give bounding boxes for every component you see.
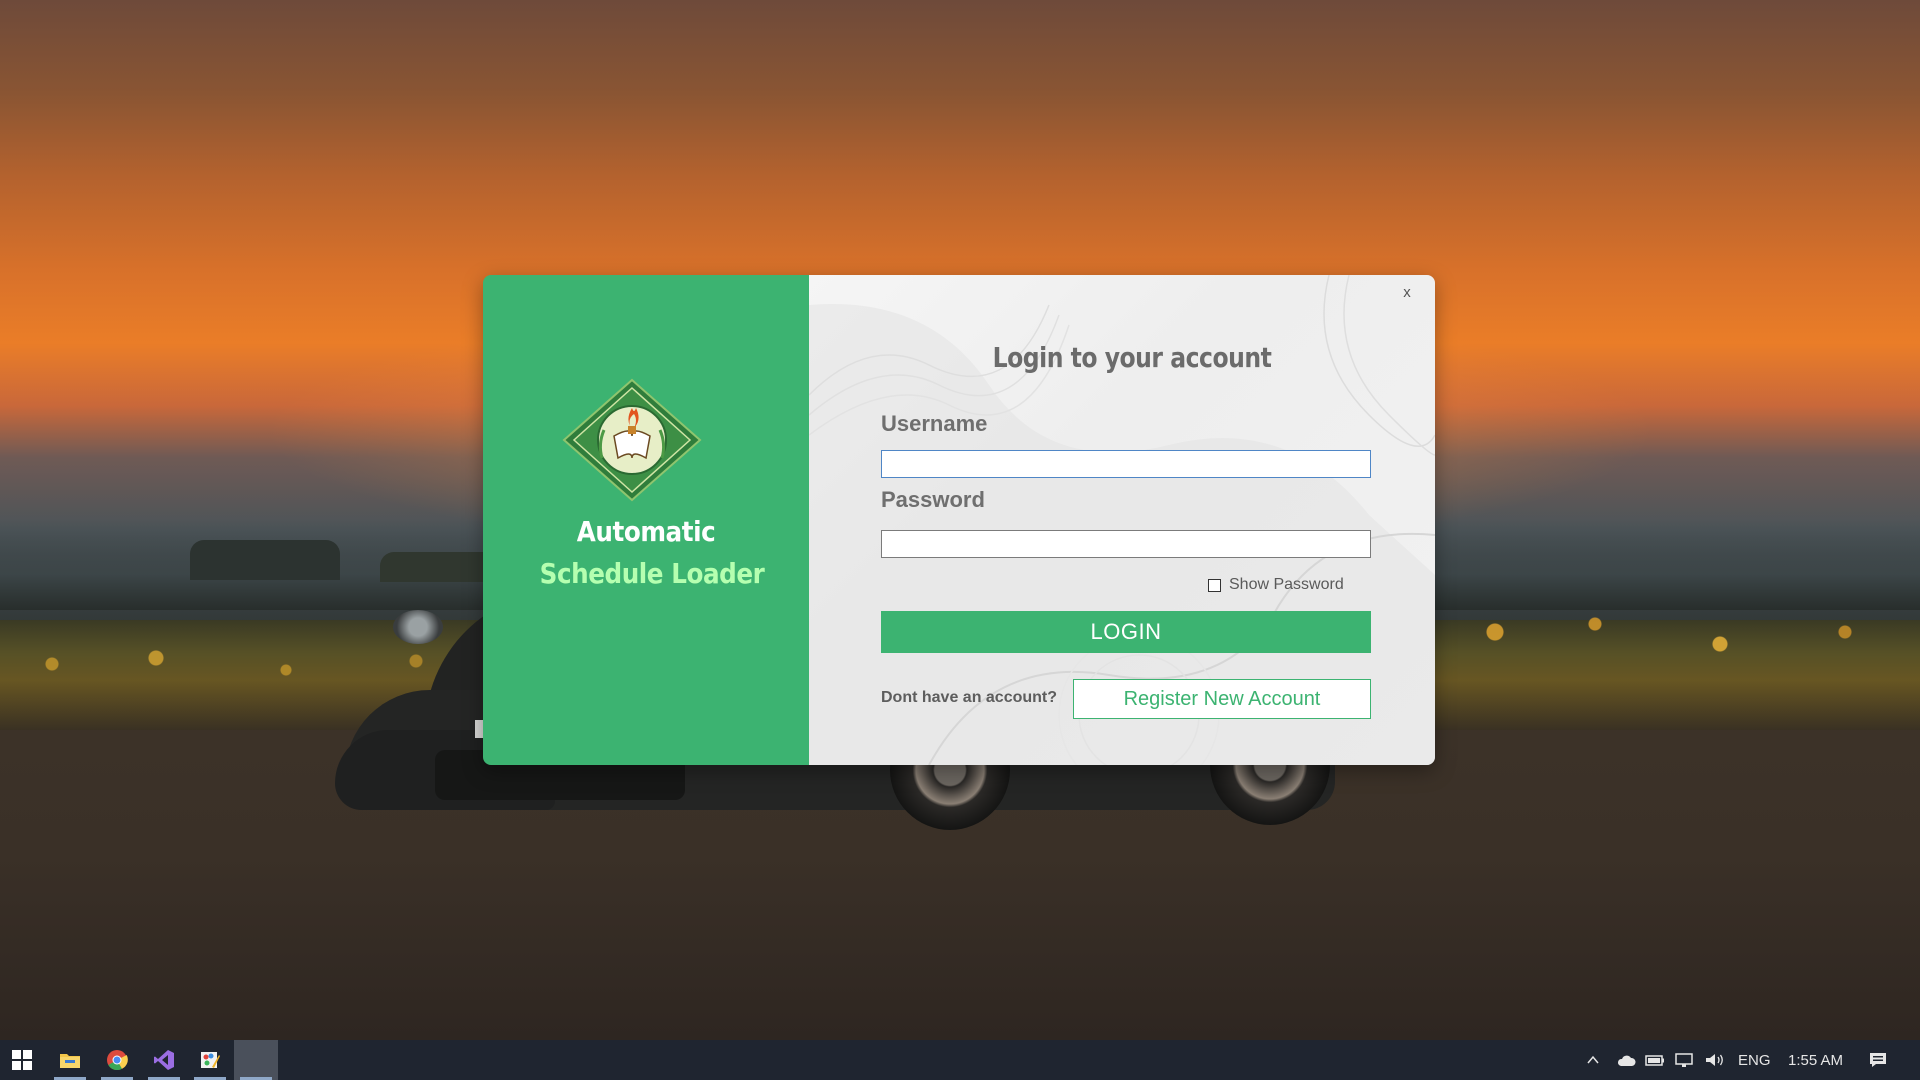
taskbar-app-paint[interactable] [188,1040,232,1080]
notification-icon [1870,1053,1886,1067]
username-field[interactable] [881,450,1371,478]
language-indicator[interactable]: ENG [1738,1040,1771,1080]
volume-tray-icon[interactable] [1704,1040,1726,1080]
brand-panel: Automatic Schedule Loader [483,275,809,765]
start-button[interactable] [0,1040,44,1080]
form-title: Login to your account [992,341,1272,374]
login-form-panel: x Login to your account Username Passwor… [809,275,1435,765]
taskbar-app-chrome[interactable] [95,1040,139,1080]
show-hidden-icons-button[interactable] [1585,1040,1601,1080]
visual-studio-icon [154,1050,174,1070]
chevron-up-icon [1587,1055,1599,1064]
no-account-text: Dont have an account? [881,689,1058,706]
username-label: Username [881,411,988,436]
login-button[interactable]: LOGIN [881,611,1371,653]
close-button[interactable]: x [1395,281,1419,305]
chrome-icon [107,1050,128,1071]
battery-icon [1645,1055,1664,1066]
app-name-line2: Schedule Loader [539,557,765,590]
login-window: Automatic Schedule Loader x Login to you… [483,275,1435,765]
network-icon [1675,1053,1693,1067]
speaker-icon [1706,1054,1723,1066]
register-new-account-button[interactable]: Register New Account [1073,679,1371,719]
password-label: Password [881,487,985,512]
paint-icon [201,1052,220,1068]
taskbar: ENG 1:55 AM [0,1040,1920,1080]
password-field[interactable] [881,530,1371,558]
show-password-checkbox[interactable] [1208,578,1221,592]
taskbar-app-login-window[interactable] [234,1040,278,1080]
network-tray-icon[interactable] [1674,1040,1694,1080]
taskbar-clock[interactable]: 1:55 AM [1788,1040,1843,1080]
battery-tray-icon[interactable] [1645,1040,1665,1080]
folder-icon [60,1054,80,1068]
show-password-toggle[interactable]: Show Password [1208,575,1344,595]
app-name-line1: Automatic [576,515,716,548]
taskbar-app-visual-studio[interactable] [142,1040,186,1080]
onedrive-tray-icon[interactable] [1616,1040,1636,1080]
windows-logo-icon [12,1050,32,1070]
taskbar-app-file-explorer[interactable] [48,1040,92,1080]
show-password-label: Show Password [1229,576,1344,593]
university-seal-logo [562,378,702,502]
cloud-icon [1617,1055,1636,1066]
action-center-button[interactable] [1868,1040,1888,1080]
